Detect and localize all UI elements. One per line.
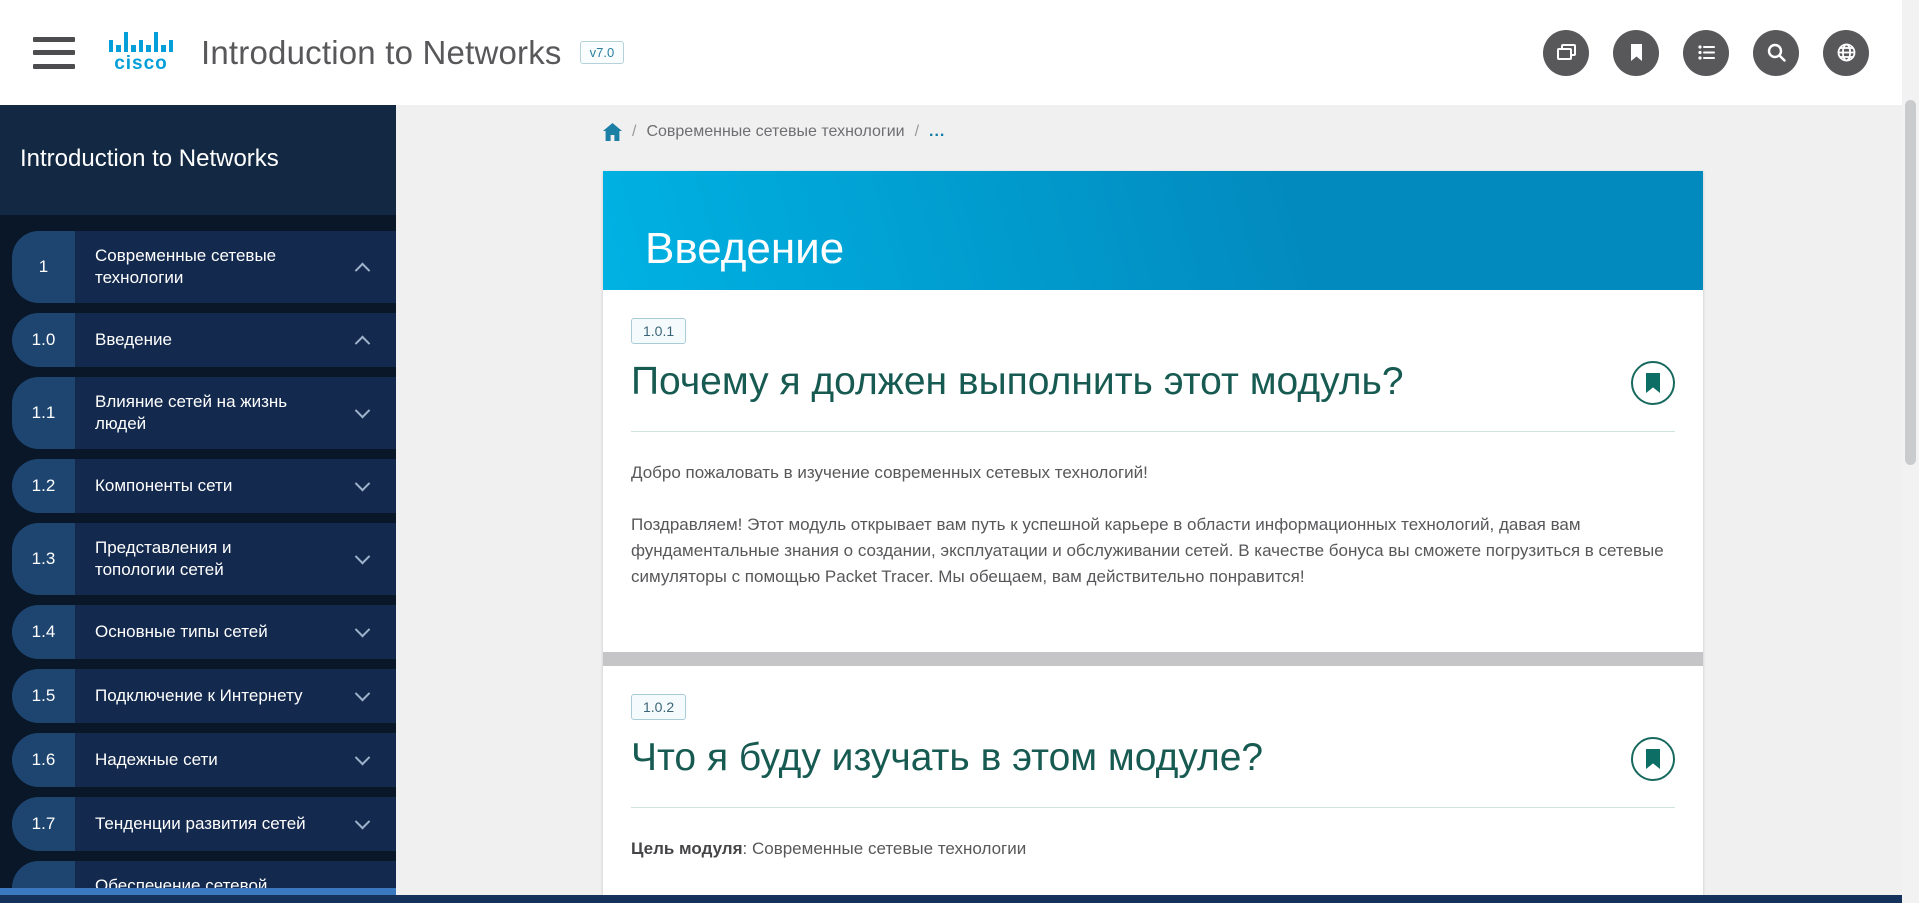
section-banner: Введение — [603, 171, 1703, 290]
cisco-logo-text: cisco — [114, 53, 168, 75]
sidebar-course-title: Introduction to Networks — [20, 145, 279, 173]
module-label: Представления и топологии сетей — [75, 523, 313, 595]
sidebar-header: Introduction to Networks — [0, 103, 396, 215]
sidebar-horizontal-scrollbar[interactable] — [0, 888, 396, 895]
sidebar-item-1-5[interactable]: 1.5 Подключение к Интернету — [12, 669, 396, 723]
module-label: Основные типы сетей — [75, 605, 313, 659]
module-number: 1.1 — [12, 377, 75, 449]
sidebar-item-1-7[interactable]: 1.7 Тенденции развития сетей — [12, 797, 396, 851]
module-list: 1 Современные сетевые технологии 1.0 Вве… — [0, 215, 396, 895]
paragraph: Добро пожаловать в изучение современных … — [631, 460, 1675, 486]
topic-section-102: 1.0.2 Что я буду изучать в этом модуле? … — [603, 666, 1703, 895]
heading-divider — [631, 807, 1675, 808]
search-icon[interactable] — [1753, 30, 1799, 76]
course-nav-sidebar: Introduction to Networks 1 Современные с… — [0, 103, 396, 895]
module-number: 1.4 — [12, 605, 75, 659]
chevron-icon[interactable] — [355, 475, 371, 491]
chevron-wrap — [313, 523, 396, 595]
sidebar-item-1-4[interactable]: 1.4 Основные типы сетей — [12, 605, 396, 659]
chevron-icon[interactable] — [355, 749, 371, 765]
sidebar-item-1-2[interactable]: 1.2 Компоненты сети — [12, 459, 396, 513]
cisco-logo-bars-icon — [109, 30, 174, 52]
hamburger-menu-icon[interactable] — [33, 37, 75, 69]
section-divider — [603, 652, 1703, 666]
breadcrumb-separator: / — [632, 123, 636, 141]
course-title: Introduction to Networks — [201, 34, 562, 72]
breadcrumb-module-link[interactable]: Современные сетевые технологии — [646, 123, 904, 141]
chevron-icon[interactable] — [355, 813, 371, 829]
chevron-icon[interactable] — [355, 548, 371, 564]
sidebar-item-1[interactable]: 1 Современные сетевые технологии — [12, 231, 396, 303]
breadcrumb-more-link[interactable]: ... — [929, 123, 945, 141]
stacked-windows-icon[interactable] — [1543, 30, 1589, 76]
chevron-icon[interactable] — [355, 621, 371, 637]
chevron-icon[interactable] — [355, 262, 371, 278]
module-label: Компоненты сети — [75, 459, 313, 513]
breadcrumb: / Современные сетевые технологии / ... — [603, 123, 945, 141]
chevron-wrap — [313, 377, 396, 449]
heading-divider — [631, 431, 1675, 432]
chevron-wrap — [313, 313, 396, 367]
module-label: Надежные сети — [75, 733, 313, 787]
page: cisco Introduction to Networks v7.0 — [0, 0, 1919, 903]
module-label: Введение — [75, 313, 313, 367]
module-number: 1.5 — [12, 669, 75, 723]
module-label: Подключение к Интернету — [75, 669, 313, 723]
chevron-wrap — [313, 733, 396, 787]
topic-heading: Почему я должен выполнить этот модуль? — [631, 361, 1404, 404]
sidebar-item-1-0[interactable]: 1.0 Введение — [12, 313, 396, 367]
version-badge: v7.0 — [580, 41, 625, 64]
topic-body: Цель модуля: Современные сетевые техноло… — [631, 836, 1675, 862]
globe-icon[interactable] — [1823, 30, 1869, 76]
content-area: / Современные сетевые технологии / ... В… — [396, 105, 1902, 895]
banner-title: Введение — [645, 224, 844, 274]
list-icon[interactable] — [1683, 30, 1729, 76]
sidebar-item-1-3[interactable]: 1.3 Представления и топологии сетей — [12, 523, 396, 595]
sidebar-item-1-6[interactable]: 1.6 Надежные сети — [12, 733, 396, 787]
cisco-logo: cisco — [105, 30, 177, 75]
chevron-wrap — [313, 459, 396, 513]
chevron-wrap — [313, 797, 396, 851]
module-number: 1.6 — [12, 733, 75, 787]
bookmark-topic-button[interactable] — [1631, 361, 1675, 405]
module-goal: Цель модуля: Современные сетевые техноло… — [631, 836, 1675, 862]
bookmark-icon[interactable] — [1613, 30, 1659, 76]
chevron-icon[interactable] — [355, 685, 371, 701]
module-number: 1 — [12, 231, 75, 303]
chevron-icon[interactable] — [355, 335, 371, 351]
home-icon[interactable] — [603, 123, 622, 141]
chevron-wrap — [313, 605, 396, 659]
chevron-wrap — [313, 669, 396, 723]
chevron-wrap — [313, 231, 396, 303]
topic-heading: Что я буду изучать в этом модуле? — [631, 737, 1263, 780]
module-label: Тенденции развития сетей — [75, 797, 313, 851]
bottom-bar — [0, 895, 1902, 903]
paragraph: Поздравляем! Этот модуль открывает вам п… — [631, 512, 1675, 590]
app-header: cisco Introduction to Networks v7.0 — [0, 0, 1902, 105]
topic-number-badge: 1.0.2 — [631, 694, 686, 720]
bookmark-topic-button[interactable] — [1631, 737, 1675, 781]
module-number: 1.3 — [12, 523, 75, 595]
module-number: 1.2 — [12, 459, 75, 513]
module-goal-label: Цель модуля — [631, 839, 743, 858]
sidebar-item-1-1[interactable]: 1.1 Влияние сетей на жизнь людей — [12, 377, 396, 449]
page-scrollbar-thumb[interactable] — [1905, 100, 1916, 465]
chevron-icon[interactable] — [355, 402, 371, 418]
topic-body: Добро пожаловать в изучение современных … — [631, 460, 1675, 590]
page-scrollbar[interactable] — [1902, 0, 1919, 903]
module-label: Современные сетевые технологии — [75, 231, 313, 303]
module-number: 1.0 — [12, 313, 75, 367]
topic-section-101: 1.0.1 Почему я должен выполнить этот мод… — [603, 290, 1703, 652]
module-label: Влияние сетей на жизнь людей — [75, 377, 313, 449]
breadcrumb-separator: / — [915, 123, 919, 141]
topic-number-badge: 1.0.1 — [631, 318, 686, 344]
header-icon-group — [1543, 30, 1869, 76]
module-number: 1.7 — [12, 797, 75, 851]
module-goal-text: : Современные сетевые технологии — [743, 839, 1027, 858]
lesson-card: Введение 1.0.1 Почему я должен выполнить… — [603, 171, 1703, 895]
